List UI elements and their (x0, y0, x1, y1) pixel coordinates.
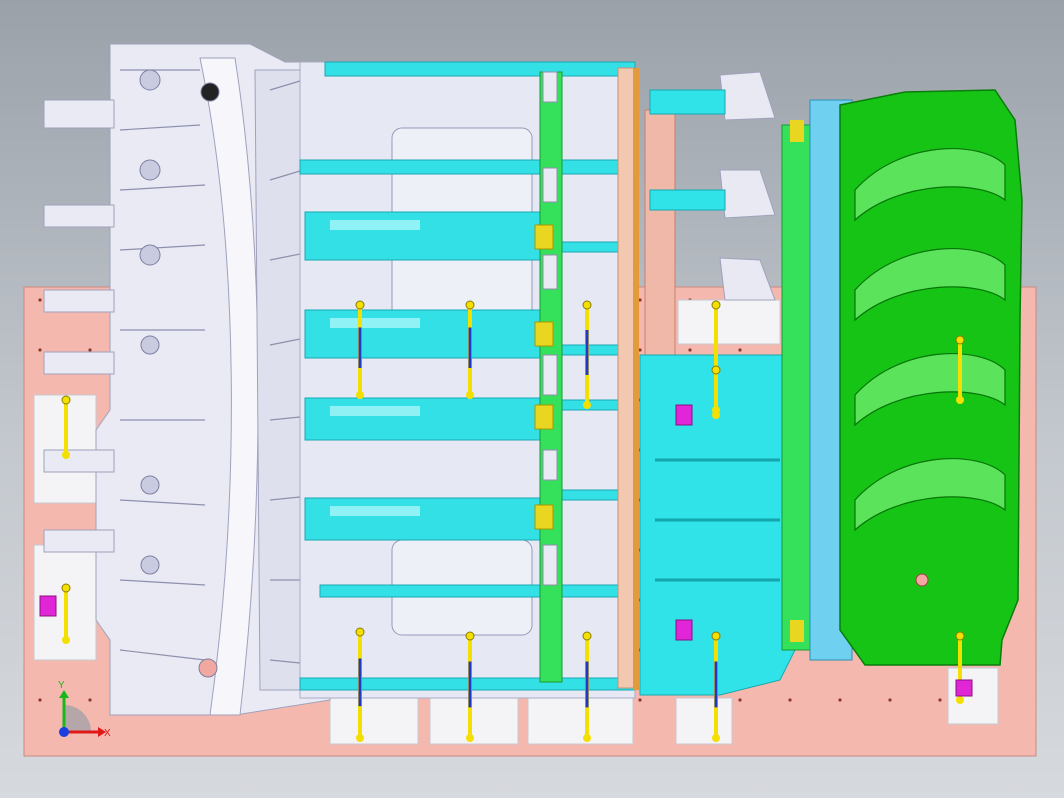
locator-marker (675, 619, 693, 641)
triad-y-label: Y (58, 680, 65, 691)
crossmember (299, 159, 636, 175)
plate-hole (38, 298, 42, 302)
plate-hole (38, 348, 42, 352)
clamp-pin-head (465, 300, 475, 310)
crossmember (319, 584, 636, 598)
clamp-pin-head (711, 365, 721, 375)
clamp-pin-head (61, 395, 71, 405)
clamp-pin-foot (583, 734, 591, 742)
clamp-pin-foot (712, 734, 720, 742)
plate-hole (88, 348, 92, 352)
clamp-pad (329, 697, 419, 745)
clamp-pin-foot (466, 391, 474, 399)
clamp-pin-core (958, 355, 962, 382)
crossmember (304, 309, 556, 359)
clamp-pin-head (61, 583, 71, 593)
clamp-pin-core (468, 661, 472, 708)
clamp-pin-foot (62, 636, 70, 644)
locator-marker (955, 679, 973, 697)
plate-hole (738, 698, 742, 702)
rear-floor-panel[interactable] (639, 354, 801, 696)
front-rail-stub (43, 529, 115, 553)
clamp-pin-core (585, 330, 589, 375)
front-rail-stub (43, 449, 115, 473)
clamp-pin-core (64, 601, 68, 625)
clamp-pin-core (958, 652, 962, 681)
plate-hole (638, 698, 642, 702)
triad-x-label: X (104, 728, 111, 739)
plate-hole (688, 348, 692, 352)
clamp-pin-core (468, 327, 472, 368)
plate-hole (38, 698, 42, 702)
clamp-pin-head (355, 300, 365, 310)
plate-hole (888, 698, 892, 702)
plate-hole (838, 698, 842, 702)
front-bracket (254, 69, 301, 691)
clamp-pin-core (585, 661, 589, 708)
clamp-pin-foot (466, 734, 474, 742)
clamp-pin-head (711, 631, 721, 641)
front-rail-stub (43, 351, 115, 375)
crossmember (299, 677, 636, 691)
plate-hole (738, 348, 742, 352)
clamp-pin-core (64, 413, 68, 439)
side-rail-bracket (790, 120, 804, 142)
rear-floor-pan[interactable] (839, 89, 1023, 666)
clamp-pin-foot (356, 734, 364, 742)
clamp-pin-head (955, 335, 965, 345)
orange-seam (633, 68, 639, 690)
clamp-pin-core (714, 381, 718, 402)
clamp-pin-head (711, 300, 721, 310)
clamp-pin-core (358, 327, 362, 368)
clamp-pin-foot (356, 391, 364, 399)
clamp-pin-foot (956, 396, 964, 404)
clamp-pin-head (955, 631, 965, 641)
clamp-pin-head (355, 627, 365, 637)
clamp-pin-head (465, 631, 475, 641)
crossmember (304, 497, 556, 541)
side-rail-bracket (790, 620, 804, 642)
locator-marker (675, 404, 693, 426)
seam-strip (617, 67, 635, 689)
clamp-pad (429, 697, 519, 745)
clamp-pin-core (714, 661, 718, 708)
clamp-pin-head (582, 300, 592, 310)
crossmember (304, 397, 556, 441)
clamp-pin-foot (712, 411, 720, 419)
clamp-pad (675, 697, 733, 745)
front-rail-stub (43, 289, 115, 313)
clamp-pin-foot (583, 401, 591, 409)
side-rail[interactable] (781, 124, 811, 651)
cad-viewport[interactable]: X Y (0, 0, 1064, 798)
clamp-pin-core (358, 658, 362, 707)
plate-hole (788, 698, 792, 702)
fixture-scene[interactable]: X Y (0, 0, 1064, 798)
plate-hole (938, 698, 942, 702)
plate-hole (88, 698, 92, 702)
crossmember (324, 61, 636, 77)
center-floor[interactable] (299, 61, 636, 699)
clamp-pad (677, 299, 781, 345)
locator-marker (39, 595, 57, 617)
crossmember (304, 211, 556, 261)
clamp-pin-head (582, 631, 592, 641)
front-rail-stub (43, 99, 115, 129)
front-rail-stub (43, 204, 115, 228)
clamp-pin-foot (956, 696, 964, 704)
clamp-pin-foot (62, 451, 70, 459)
clamp-pad (527, 697, 634, 745)
